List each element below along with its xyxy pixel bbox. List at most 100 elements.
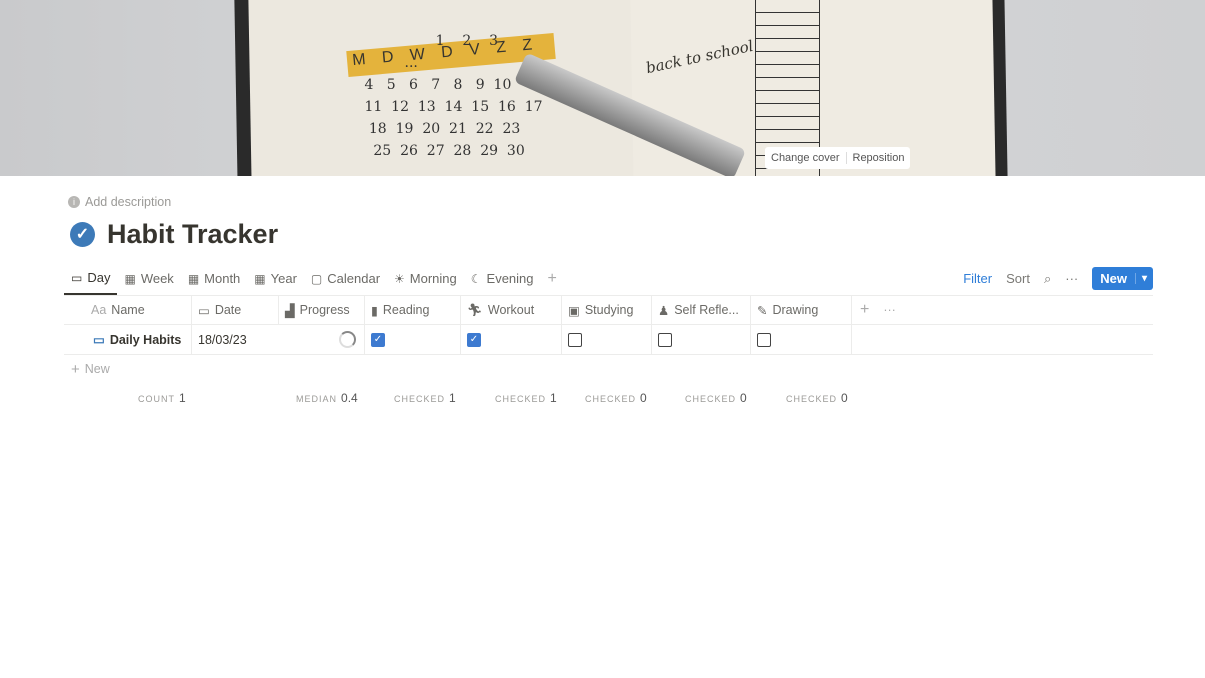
checkbox-icon [568, 332, 582, 347]
column-label: Date [214, 303, 242, 317]
drawing-checkbox[interactable] [750, 325, 771, 354]
plus-icon: + [71, 360, 80, 378]
footer-studying[interactable]: CHECKED 0 [585, 391, 647, 405]
filter-button[interactable]: Filter [963, 271, 992, 286]
tab-morning[interactable]: ☀ Morning [387, 262, 464, 295]
pencil-icon: ✎ [757, 303, 768, 318]
add-row-label: New [84, 362, 110, 376]
column-actions: + ··· [853, 295, 896, 325]
calc-value: 0 [640, 391, 647, 405]
cover-image: M D W D V Z Z 1 2 3 ... 4 5 6 7 8 9 10 1… [0, 0, 1205, 176]
footer-self-reflection[interactable]: CHECKED 0 [685, 391, 747, 405]
more-icon[interactable]: ··· [1065, 271, 1078, 286]
tab-label: Evening [486, 271, 534, 286]
tab-label: Morning [409, 271, 457, 286]
studying-checkbox[interactable] [561, 325, 582, 354]
tab-week[interactable]: ▦ Week [117, 262, 180, 295]
calendar-icon: ▭ [198, 303, 210, 318]
book-icon: ▮ [371, 303, 378, 318]
footer-reading[interactable]: CHECKED 1 [394, 391, 456, 405]
calendar-numbers: 1 2 3 ... 4 5 6 7 8 9 10 11 12 13 14 15 … [364, 33, 543, 159]
calc-value: 0 [740, 391, 747, 405]
tab-day[interactable]: ▭ Day [64, 262, 118, 295]
info-icon: i [68, 196, 80, 208]
check-circle-icon[interactable]: ✓ [70, 222, 95, 247]
checkbox-checked-icon: ✓ [467, 332, 481, 347]
sort-button[interactable]: Sort [1006, 271, 1030, 286]
cover-controls: Change cover Reposition [765, 147, 911, 169]
tab-label: Day [87, 270, 111, 285]
calc-label: CHECKED [786, 394, 838, 404]
calendar-icon: ▭ [93, 333, 105, 347]
book-icon: ▣ [568, 303, 580, 318]
table-icon: ▦ [187, 271, 200, 286]
calc-label: CHECKED [685, 394, 737, 404]
calc-label: CHECKED [585, 394, 637, 404]
tab-label: Month [204, 271, 241, 286]
column-header-progress[interactable]: ▟ Progress [278, 295, 350, 325]
column-label: Self Refle... [674, 303, 739, 317]
tab-year[interactable]: ▦ Year [247, 262, 304, 295]
footer-count[interactable]: COUNT 1 [138, 391, 186, 405]
checkbox-icon [658, 332, 672, 347]
page-title[interactable]: Habit Tracker [107, 219, 278, 250]
column-header-reading[interactable]: ▮ Reading [364, 295, 429, 325]
calc-value: 1 [179, 391, 186, 405]
chart-icon: ▟ [285, 303, 295, 318]
running-icon: 🏃︎ [467, 302, 483, 317]
new-button[interactable]: New ▾ [1092, 267, 1153, 290]
change-cover-button[interactable]: Change cover [765, 152, 846, 164]
row-date[interactable]: 18/03/23 [191, 325, 247, 354]
self-reflection-checkbox[interactable] [651, 325, 672, 354]
calendar-icon: ▢ [310, 271, 323, 286]
chevron-down-icon[interactable]: ▾ [1134, 273, 1153, 284]
column-header-workout[interactable]: 🏃︎ Workout [460, 295, 534, 325]
new-label: New [1100, 271, 1127, 286]
tab-label: Year [270, 271, 297, 286]
table-row[interactable]: ▭ Daily Habits [86, 325, 181, 354]
footer-median[interactable]: MEDIAN 0.4 [296, 391, 358, 405]
table-icon: ▦ [124, 271, 136, 286]
person-icon: ♟ [658, 303, 670, 318]
progress-ring-icon [339, 331, 356, 348]
progress-ring [332, 325, 356, 354]
reading-checkbox[interactable]: ✓ [364, 325, 385, 354]
plus-icon: + [547, 269, 557, 287]
column-header-date[interactable]: ▭ Date [191, 295, 241, 325]
column-label: Progress [299, 303, 350, 317]
tab-evening[interactable]: ☾ Evening [464, 262, 541, 295]
more-icon[interactable]: ··· [883, 303, 896, 317]
tab-month[interactable]: ▦ Month [181, 262, 247, 295]
calc-label: MEDIAN [296, 394, 338, 404]
calc-value: 0 [841, 391, 848, 405]
add-view-button[interactable]: + [541, 262, 564, 295]
add-row-button[interactable]: + New [64, 355, 110, 383]
checkbox-icon [757, 332, 771, 347]
workout-checkbox[interactable]: ✓ [460, 325, 481, 354]
calc-value: 0.4 [341, 391, 358, 405]
column-label: Studying [584, 303, 634, 317]
reposition-button[interactable]: Reposition [845, 152, 911, 164]
add-description-label: Add description [85, 195, 172, 209]
column-label: Reading [382, 303, 430, 317]
checkbox-checked-icon: ✓ [371, 332, 385, 347]
column-header-name[interactable]: Aa Name [84, 295, 145, 325]
tab-calendar[interactable]: ▢ Calendar [304, 262, 387, 295]
row-name[interactable]: Daily Habits [110, 333, 182, 347]
tab-label: Calendar [327, 271, 381, 286]
table-icon: ▦ [254, 271, 266, 286]
column-header-drawing[interactable]: ✎ Drawing [750, 295, 818, 325]
footer-workout[interactable]: CHECKED 1 [495, 391, 557, 405]
footer-drawing[interactable]: CHECKED 0 [786, 391, 848, 405]
column-header-self-reflection[interactable]: ♟ Self Refle... [651, 295, 739, 325]
column-header-studying[interactable]: ▣ Studying [561, 295, 633, 325]
tab-label: Week [140, 271, 174, 286]
calc-label: CHECKED [394, 394, 446, 404]
sun-icon: ☀ [394, 271, 405, 286]
calc-label: COUNT [138, 394, 175, 404]
add-column-icon[interactable]: + [860, 301, 869, 319]
view-tabs: ▭ Day ▦ Week ▦ Month ▦ Year ▢ Calendar ☀ Morni… [64, 262, 564, 295]
add-description-button[interactable]: i Add description [68, 195, 171, 209]
search-icon[interactable]: ⌕ [1044, 271, 1051, 287]
column-label: Drawing [772, 303, 819, 317]
